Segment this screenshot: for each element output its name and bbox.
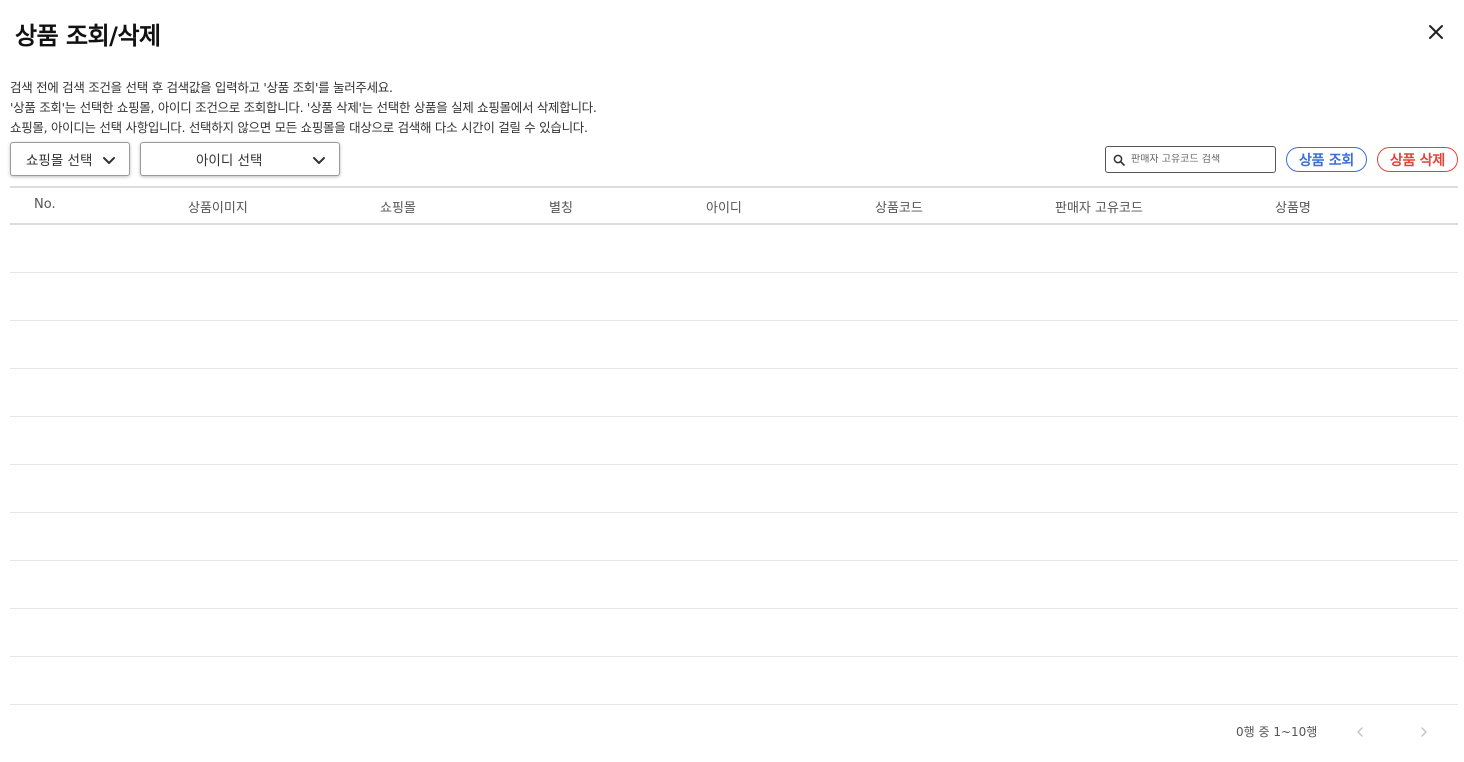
product-dialog: 상품 조회/삭제 검색 전에 검색 조건을 선택 후 검색값을 입력하고 '상품… bbox=[0, 0, 1464, 762]
table-row bbox=[10, 513, 1458, 561]
table-row bbox=[10, 609, 1458, 657]
mall-select[interactable]: 쇼핑몰 선택 bbox=[10, 142, 130, 176]
chevron-left-icon bbox=[1357, 727, 1363, 737]
column-header-id[interactable]: 아이디 bbox=[706, 197, 742, 216]
id-select[interactable]: 아이디 선택 bbox=[140, 142, 340, 176]
prev-page-button[interactable] bbox=[1350, 722, 1370, 742]
table-row bbox=[10, 369, 1458, 417]
table-row bbox=[10, 561, 1458, 609]
column-header-image[interactable]: 상품이미지 bbox=[188, 197, 248, 216]
chevron-right-icon bbox=[1421, 727, 1427, 737]
instruction-line: '상품 조회'는 선택한 쇼핑몰, 아이디 조건으로 조회합니다. '상품 삭제… bbox=[10, 100, 597, 115]
product-table: No. 상품이미지 쇼핑몰 별칭 아이디 상품코드 판매자 고유코드 상품명 bbox=[10, 186, 1458, 705]
chevron-down-icon bbox=[313, 157, 325, 164]
search-product-button[interactable]: 상품 조회 bbox=[1286, 147, 1367, 172]
seller-code-search[interactable] bbox=[1105, 146, 1276, 173]
instruction-line: 쇼핑몰, 아이디는 선택 사항입니다. 선택하지 않으면 모든 쇼핑몰을 대상으… bbox=[10, 120, 588, 135]
instructions: 검색 전에 검색 조건을 선택 후 검색값을 입력하고 '상품 조회'를 눌러주… bbox=[10, 78, 597, 138]
close-button[interactable] bbox=[1422, 18, 1450, 46]
id-select-label: 아이디 선택 bbox=[196, 153, 263, 169]
column-header-alias[interactable]: 별칭 bbox=[549, 197, 573, 216]
table-body bbox=[10, 225, 1458, 705]
column-header-no[interactable]: No. bbox=[34, 197, 56, 212]
dialog-title: 상품 조회/삭제 bbox=[15, 22, 161, 50]
table-row bbox=[10, 657, 1458, 705]
pagination: 0행 중 1~10행 bbox=[0, 720, 1464, 744]
search-icon bbox=[1113, 154, 1125, 166]
pagination-info: 0행 중 1~10행 bbox=[1236, 725, 1318, 739]
table-row bbox=[10, 321, 1458, 369]
close-icon bbox=[1429, 25, 1443, 39]
delete-product-button[interactable]: 상품 삭제 bbox=[1377, 147, 1458, 172]
table-row bbox=[10, 465, 1458, 513]
instruction-line: 검색 전에 검색 조건을 선택 후 검색값을 입력하고 '상품 조회'를 눌러주… bbox=[10, 80, 393, 95]
chevron-down-icon bbox=[103, 157, 115, 164]
next-page-button[interactable] bbox=[1414, 722, 1434, 742]
column-header-seller-code[interactable]: 판매자 고유코드 bbox=[1055, 197, 1143, 216]
search-input[interactable] bbox=[1131, 154, 1271, 165]
table-row bbox=[10, 417, 1458, 465]
table-header: No. 상품이미지 쇼핑몰 별칭 아이디 상품코드 판매자 고유코드 상품명 bbox=[10, 186, 1458, 225]
column-header-product-code[interactable]: 상품코드 bbox=[875, 197, 923, 216]
column-header-mall[interactable]: 쇼핑몰 bbox=[380, 197, 416, 216]
table-row bbox=[10, 225, 1458, 273]
mall-select-label: 쇼핑몰 선택 bbox=[26, 153, 93, 169]
column-header-product-name[interactable]: 상품명 bbox=[1275, 197, 1311, 216]
table-row bbox=[10, 273, 1458, 321]
